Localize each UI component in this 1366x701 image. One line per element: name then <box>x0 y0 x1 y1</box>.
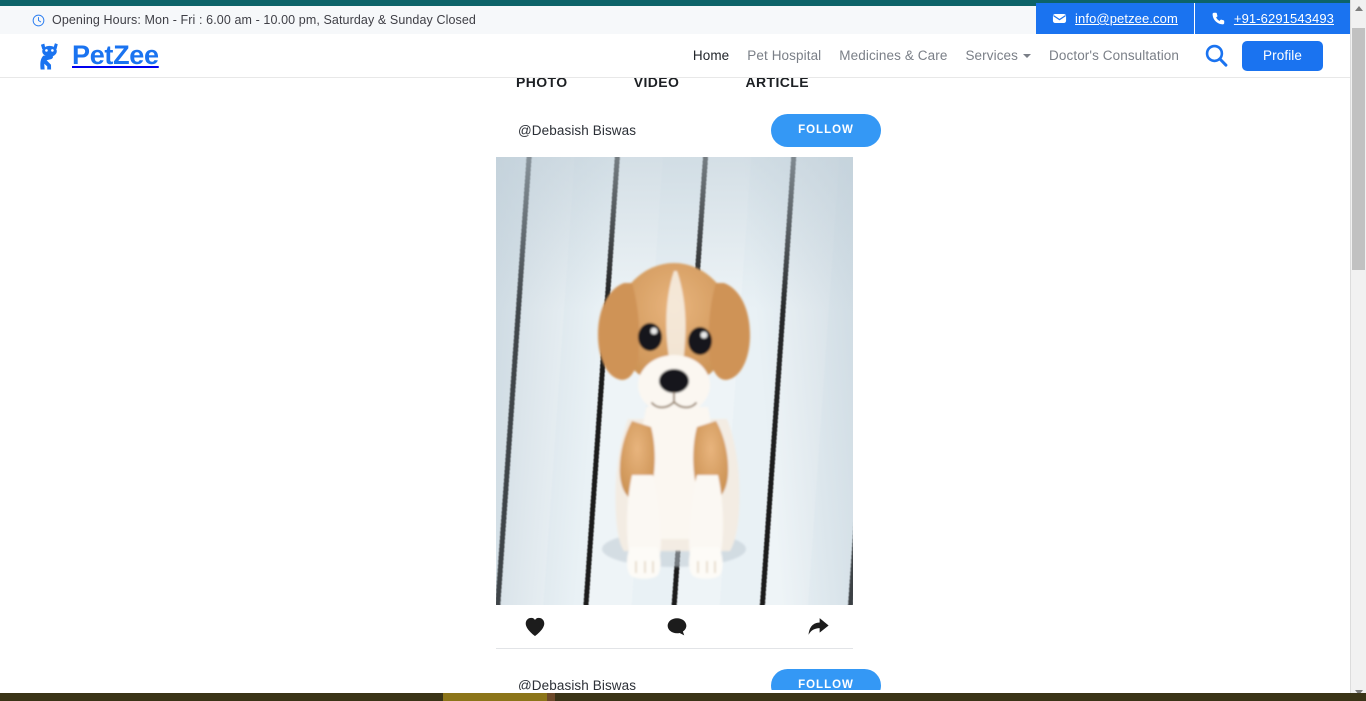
post-header: @Debasish Biswas FOLLOW <box>496 663 881 691</box>
envelope-icon <box>1052 14 1067 23</box>
cat-logo-icon <box>40 42 58 69</box>
scrollbar-thumb[interactable] <box>1352 28 1365 270</box>
scrollbar-corner <box>1350 693 1366 701</box>
profile-button[interactable]: Profile <box>1242 40 1323 71</box>
puppy-illustration <box>598 263 750 579</box>
nav-item-doctors-consultation[interactable]: Doctor's Consultation <box>1040 48 1188 63</box>
vertical-scrollbar[interactable] <box>1350 0 1366 701</box>
search-icon <box>1205 44 1227 67</box>
follow-button[interactable]: FOLLOW <box>771 668 881 690</box>
feed-region: PHOTO VIDEO ARTICLE @Debasish Biswas FOL… <box>0 78 1350 690</box>
comment-icon <box>667 617 686 635</box>
contact-email-text: info@petzee.com <box>1075 11 1178 26</box>
nav-item-pet-hospital[interactable]: Pet Hospital <box>738 48 830 63</box>
contact-bar: info@petzee.com +91-6291543493 <box>1036 3 1350 34</box>
post-actions <box>496 605 853 649</box>
tab-article[interactable]: ARTICLE <box>746 78 809 90</box>
like-button[interactable] <box>518 610 552 644</box>
contact-phone[interactable]: +91-6291543493 <box>1193 3 1350 34</box>
post-author-handle[interactable]: @Debasish Biswas <box>496 678 636 691</box>
browser-viewport: Opening Hours: Mon - Fri : 6.00 am - 10.… <box>0 0 1366 701</box>
bottom-strip-segment <box>443 693 547 701</box>
comment-button[interactable] <box>660 610 694 644</box>
post-photo[interactable] <box>496 157 853 605</box>
search-button[interactable] <box>1199 39 1233 73</box>
follow-button[interactable]: FOLLOW <box>771 113 881 147</box>
brand-logo-link[interactable]: PetZee <box>36 42 159 70</box>
media-tabs: PHOTO VIDEO ARTICLE <box>496 78 853 90</box>
main-navbar: PetZee Home Pet Hospital Medicines & Car… <box>0 34 1350 78</box>
nav-right-group: Home Pet Hospital Medicines & Care Servi… <box>684 39 1323 73</box>
contact-phone-text: +91-6291543493 <box>1233 11 1334 26</box>
phone-icon <box>1212 12 1225 25</box>
tab-video[interactable]: VIDEO <box>634 78 680 90</box>
nav-item-services[interactable]: Services <box>956 48 1040 63</box>
nav-item-medicines-care[interactable]: Medicines & Care <box>830 48 956 63</box>
post-header: @Debasish Biswas FOLLOW <box>496 108 881 152</box>
nav-item-home[interactable]: Home <box>684 48 738 63</box>
scroll-up-arrow-icon[interactable] <box>1351 0 1366 17</box>
tab-photo[interactable]: PHOTO <box>516 78 568 90</box>
share-arrow-icon <box>808 618 829 635</box>
clock-icon <box>32 14 45 26</box>
bottom-strip-segment <box>547 693 555 701</box>
contact-email[interactable]: info@petzee.com <box>1036 3 1194 34</box>
opening-hours-text: Opening Hours: Mon - Fri : 6.00 am - 10.… <box>52 13 476 27</box>
post-author-handle[interactable]: @Debasish Biswas <box>496 123 636 138</box>
heart-icon <box>525 617 545 636</box>
brand-name: PetZee <box>72 40 159 70</box>
share-button[interactable] <box>801 610 835 644</box>
bottom-accent-strip <box>0 693 1350 701</box>
